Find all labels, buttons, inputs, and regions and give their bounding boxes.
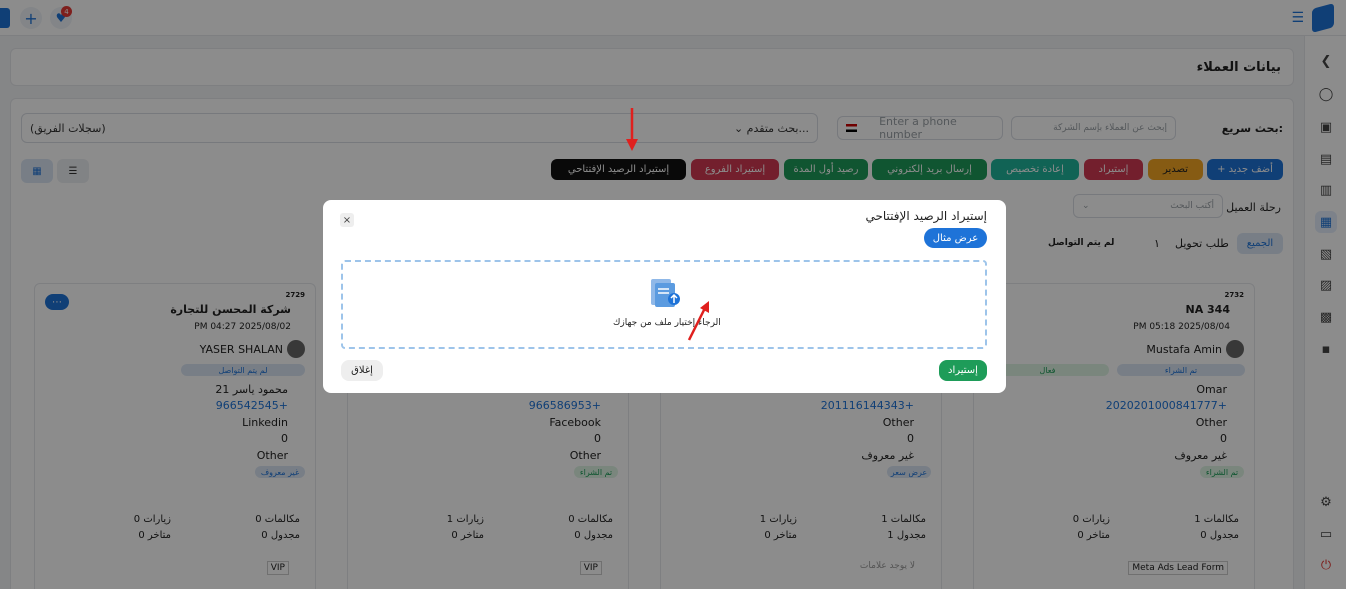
show-example-button[interactable]: عرض مثال xyxy=(924,228,987,248)
modal-title: إستيراد الرصيد الإفتتاحي xyxy=(865,209,987,223)
close-button[interactable]: إغلاق xyxy=(341,360,383,381)
close-icon[interactable]: × xyxy=(340,213,354,227)
annotation-arrow-toolbar xyxy=(626,108,638,151)
annotation-arrow-dropzone xyxy=(687,301,709,341)
import-opening-balance-modal: إستيراد الرصيد الإفتتاحي × عرض مثال الرج… xyxy=(323,200,1006,393)
import-submit-button[interactable]: إستيراد xyxy=(939,360,987,381)
file-drop-zone[interactable]: الرجاء إختيار ملف من جهازك xyxy=(341,260,987,349)
upload-file-icon xyxy=(647,277,681,309)
